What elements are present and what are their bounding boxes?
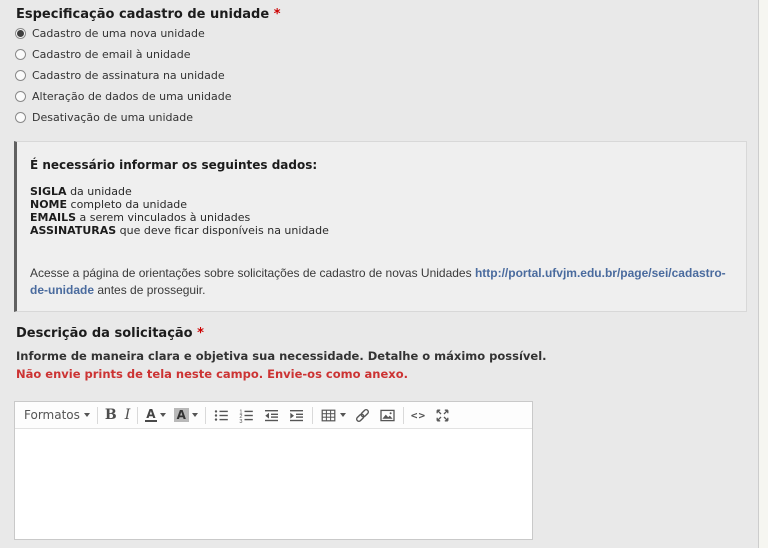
bold-icon: B — [105, 407, 117, 423]
formats-dropdown[interactable]: Formatos — [20, 404, 94, 426]
fullscreen-icon — [434, 407, 451, 424]
table-button[interactable] — [316, 404, 350, 426]
info-box-heading: É necessário informar os seguintes dados… — [30, 158, 736, 173]
section-title-especificacao: Especificação cadastro de unidade * — [16, 7, 768, 23]
info-item-sigla: SIGLA da unidade — [30, 185, 736, 198]
info-item-desc: completo da unidade — [67, 198, 187, 211]
text-color-icon: A — [145, 408, 156, 422]
info-box: É necessário informar os seguintes dados… — [14, 141, 747, 312]
section-title-descricao: Descrição da solicitação * — [16, 326, 768, 342]
info-item-term: SIGLA — [30, 185, 67, 198]
toolbar-separator — [312, 407, 313, 424]
info-note-suffix: antes de prosseguir. — [94, 283, 205, 297]
italic-button[interactable]: I — [121, 404, 135, 426]
radio-button — [15, 91, 26, 102]
radio-button — [15, 49, 26, 60]
required-asterisk: * — [197, 326, 204, 341]
info-item-assinaturas: ASSINATURAS que deve ficar disponíveis n… — [30, 224, 736, 237]
svg-text:3: 3 — [239, 419, 242, 424]
table-icon — [320, 407, 337, 424]
bold-button[interactable]: B — [101, 404, 121, 426]
radio-option-desativacao[interactable]: Desativação de uma unidade — [15, 111, 768, 124]
radio-button — [15, 112, 26, 123]
toolbar-separator — [205, 407, 206, 424]
indent-icon — [288, 407, 305, 424]
chevron-down-icon — [192, 413, 198, 417]
background-color-button[interactable]: A — [170, 404, 202, 426]
numbered-list-button[interactable]: 1 2 3 — [234, 404, 259, 426]
indent-button[interactable] — [284, 404, 309, 426]
info-item-term: EMAILS — [30, 211, 76, 224]
link-icon — [354, 407, 371, 424]
link-button[interactable] — [350, 404, 375, 426]
required-asterisk: * — [274, 7, 281, 22]
info-item-nome: NOME completo da unidade — [30, 198, 736, 211]
toolbar-separator — [97, 407, 98, 424]
numbered-list-icon: 1 2 3 — [238, 407, 255, 424]
editor-toolbar: Formatos B I A A — [15, 402, 532, 429]
outdent-button[interactable] — [259, 404, 284, 426]
info-item-desc: da unidade — [67, 185, 132, 198]
image-button[interactable] — [375, 404, 400, 426]
radio-label: Cadastro de email à unidade — [32, 48, 191, 61]
radio-button — [15, 70, 26, 81]
info-item-term: NOME — [30, 198, 67, 211]
toolbar-separator — [137, 407, 138, 424]
bullet-list-button[interactable] — [209, 404, 234, 426]
form-page: Especificação cadastro de unidade * Cada… — [0, 0, 768, 540]
rich-text-editor: Formatos B I A A — [14, 401, 533, 540]
info-note-prefix: Acesse a página de orientações sobre sol… — [30, 266, 475, 280]
source-code-icon: <> — [411, 409, 426, 422]
radio-option-assinatura-unidade[interactable]: Cadastro de assinatura na unidade — [15, 69, 768, 82]
radio-label: Desativação de uma unidade — [32, 111, 193, 124]
info-item-desc: a serem vinculados à unidades — [76, 211, 250, 224]
image-icon — [379, 407, 396, 424]
chevron-down-icon — [340, 413, 346, 417]
radio-button — [15, 28, 26, 39]
formats-label: Formatos — [24, 408, 80, 422]
outdent-icon — [263, 407, 280, 424]
editor-content-area[interactable] — [15, 429, 532, 539]
source-code-button[interactable]: <> — [407, 404, 430, 426]
info-item-term: ASSINATURAS — [30, 224, 116, 237]
background-color-icon: A — [174, 408, 189, 422]
radio-option-alteracao-dados[interactable]: Alteração de dados de uma unidade — [15, 90, 768, 103]
info-note: Acesse a página de orientações sobre sol… — [30, 265, 736, 299]
radio-label: Alteração de dados de uma unidade — [32, 90, 232, 103]
radio-option-email-unidade[interactable]: Cadastro de email à unidade — [15, 48, 768, 61]
chevron-down-icon — [160, 413, 166, 417]
info-item-emails: EMAILS a serem vinculados à unidades — [30, 211, 736, 224]
info-item-desc: que deve ficar disponíveis na unidade — [116, 224, 329, 237]
page-right-edge — [758, 0, 768, 548]
description-hint: Informe de maneira clara e objetiva sua … — [16, 350, 768, 363]
section-title-text: Especificação cadastro de unidade — [16, 7, 269, 22]
radio-label: Cadastro de assinatura na unidade — [32, 69, 225, 82]
toolbar-separator — [403, 407, 404, 424]
radio-label: Cadastro de uma nova unidade — [32, 27, 205, 40]
chevron-down-icon — [84, 413, 90, 417]
italic-icon: I — [125, 407, 131, 423]
text-color-button[interactable]: A — [141, 404, 169, 426]
bullet-list-icon — [213, 407, 230, 424]
radio-option-nova-unidade[interactable]: Cadastro de uma nova unidade — [15, 27, 768, 40]
fullscreen-button[interactable] — [430, 404, 455, 426]
section-title-text: Descrição da solicitação — [16, 326, 193, 341]
description-warning: Não envie prints de tela neste campo. En… — [16, 368, 768, 381]
